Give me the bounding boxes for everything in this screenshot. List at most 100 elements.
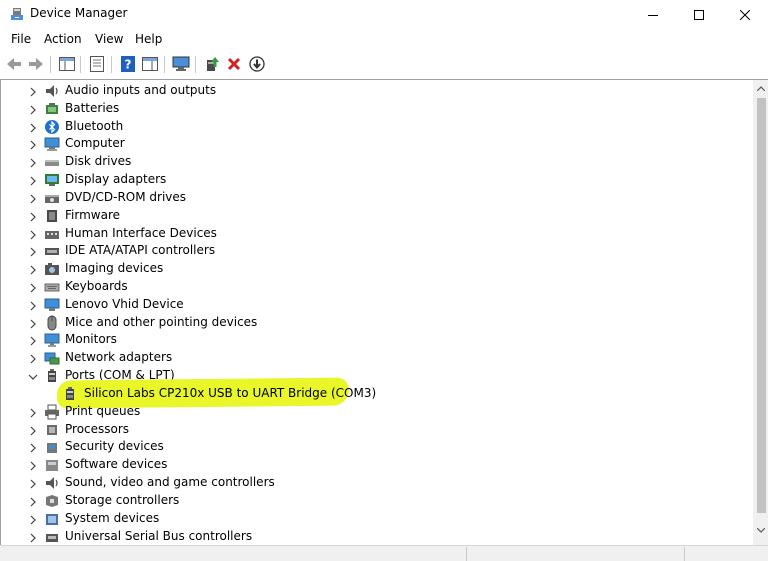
chevron-right-icon[interactable] <box>28 496 37 507</box>
tree-item[interactable]: Print queues <box>1 403 753 421</box>
chevron-right-icon[interactable] <box>28 353 37 364</box>
dvd-drive-icon <box>44 190 61 206</box>
tree-item[interactable]: Audio inputs and outputs <box>1 82 753 100</box>
show-hide-console-tree-button[interactable] <box>57 54 77 74</box>
scan-hardware-changes-button[interactable] <box>171 54 191 74</box>
show-hide-console-tree-icon <box>59 57 75 71</box>
chevron-right-icon[interactable] <box>28 514 37 525</box>
menu-bar: File Action View Help <box>0 29 768 50</box>
speaker-icon <box>44 83 61 99</box>
properties-icon <box>90 56 104 72</box>
tree-item[interactable]: Bluetooth <box>1 118 753 136</box>
tree-item[interactable]: Display adapters <box>1 171 753 189</box>
tree-item[interactable]: Storage controllers <box>1 492 753 510</box>
chevron-right-icon[interactable] <box>28 335 37 346</box>
tree-item[interactable]: IDE ATA/ATAPI controllers <box>1 242 753 260</box>
chevron-right-icon[interactable] <box>28 300 37 311</box>
speaker-icon <box>44 475 61 491</box>
tree-item[interactable]: Firmware <box>1 207 753 225</box>
tree-item-label: Storage controllers <box>65 492 180 507</box>
help-button[interactable]: ? <box>118 54 138 74</box>
status-separator <box>466 547 467 561</box>
chevron-right-icon[interactable] <box>28 264 37 275</box>
security-device-icon <box>44 439 61 455</box>
network-adapter-icon <box>44 350 61 366</box>
svg-text:?: ? <box>125 58 132 72</box>
camera-icon <box>44 261 61 277</box>
chevron-right-icon[interactable] <box>28 193 37 204</box>
close-button[interactable] <box>722 0 768 29</box>
update-driver-button[interactable] <box>202 54 222 74</box>
chevron-right-icon[interactable] <box>28 139 37 150</box>
tree-item[interactable]: Monitors <box>1 331 753 349</box>
uninstall-device-button[interactable] <box>224 54 244 74</box>
chevron-right-icon[interactable] <box>28 425 37 436</box>
toolbar: ? <box>0 51 768 78</box>
chevron-right-icon[interactable] <box>28 460 37 471</box>
tree-item-label: Imaging devices <box>65 261 164 276</box>
menu-view[interactable]: View <box>95 32 123 46</box>
scroll-up-button[interactable] <box>753 80 768 96</box>
properties-button[interactable] <box>87 54 107 74</box>
action-pane-button[interactable] <box>140 54 160 74</box>
tree-item-child[interactable]: Silicon Labs CP210x USB to UART Bridge (… <box>1 377 753 409</box>
tree-item[interactable]: Lenovo Vhid Device <box>1 296 753 314</box>
chevron-right-icon[interactable] <box>28 532 37 542</box>
tree-item[interactable]: Sound, video and game controllers <box>1 474 753 492</box>
minimize-button[interactable] <box>630 0 676 29</box>
tree-item[interactable]: DVD/CD-ROM drives <box>1 189 753 207</box>
chevron-right-icon[interactable] <box>28 442 37 453</box>
title-bar: Device Manager <box>0 0 768 29</box>
chevron-right-icon[interactable] <box>28 86 37 97</box>
menu-action[interactable]: Action <box>44 32 82 46</box>
menu-file[interactable]: File <box>11 32 31 46</box>
tree-item[interactable]: System devices <box>1 510 753 528</box>
chevron-right-icon[interactable] <box>28 157 37 168</box>
tree-item[interactable]: Universal Serial Bus controllers <box>1 528 753 546</box>
back-button[interactable] <box>4 54 24 74</box>
firmware-icon <box>44 208 61 224</box>
chevron-right-icon[interactable] <box>28 407 37 418</box>
menu-help[interactable]: Help <box>135 32 162 46</box>
tree-item[interactable]: Computer <box>1 135 753 153</box>
vertical-scrollbar[interactable] <box>753 80 768 545</box>
tree-item[interactable]: Imaging devices <box>1 260 753 278</box>
tree-item-label: Monitors <box>65 332 117 347</box>
scroll-thumb[interactable] <box>757 98 766 513</box>
tree-item[interactable]: Disk drives <box>1 153 753 171</box>
chevron-right-icon[interactable] <box>28 282 37 293</box>
keyboard-icon <box>44 279 61 295</box>
tree-item-label: Audio inputs and outputs <box>65 83 217 97</box>
chevron-right-icon[interactable] <box>28 104 37 115</box>
tree-item[interactable]: Batteries <box>1 100 753 118</box>
chevron-right-icon[interactable] <box>28 478 37 489</box>
tree-item[interactable]: Keyboards <box>1 278 753 296</box>
chevron-down-icon[interactable] <box>28 371 38 381</box>
chevron-up-icon <box>757 85 765 91</box>
tree-item[interactable]: Mice and other pointing devices <box>1 314 753 332</box>
chevron-right-icon[interactable] <box>28 175 37 186</box>
tree-item[interactable]: Security devices <box>1 438 753 456</box>
disable-device-button[interactable] <box>247 54 267 74</box>
tree-item-label: Silicon Labs CP210x USB to UART Bridge (… <box>84 385 377 400</box>
device-tree[interactable]: Audio inputs and outputs Batteries Bluetoo… <box>1 80 753 545</box>
window-title: Device Manager <box>30 6 128 20</box>
tree-item-label: Print queues <box>65 403 141 418</box>
maximize-button[interactable] <box>676 0 722 29</box>
chevron-right-icon[interactable] <box>28 122 37 133</box>
tree-item-label: Display adapters <box>65 172 167 187</box>
maximize-icon <box>694 9 704 20</box>
display-adapter-icon <box>44 172 61 188</box>
chevron-right-icon[interactable] <box>28 246 37 257</box>
forward-button[interactable] <box>26 54 46 74</box>
tree-item[interactable]: Network adapters <box>1 349 753 367</box>
chevron-right-icon[interactable] <box>28 229 37 239</box>
tree-item[interactable]: Human Interface Devices <box>1 225 753 243</box>
tree-item[interactable]: Processors <box>1 421 753 439</box>
chevron-right-icon[interactable] <box>28 318 37 329</box>
tree-item-label: Computer <box>65 136 125 151</box>
chevron-right-icon[interactable] <box>28 211 37 222</box>
tree-item[interactable]: Software devices <box>1 456 753 474</box>
computer-icon <box>44 136 61 152</box>
scroll-down-button[interactable] <box>753 522 768 538</box>
